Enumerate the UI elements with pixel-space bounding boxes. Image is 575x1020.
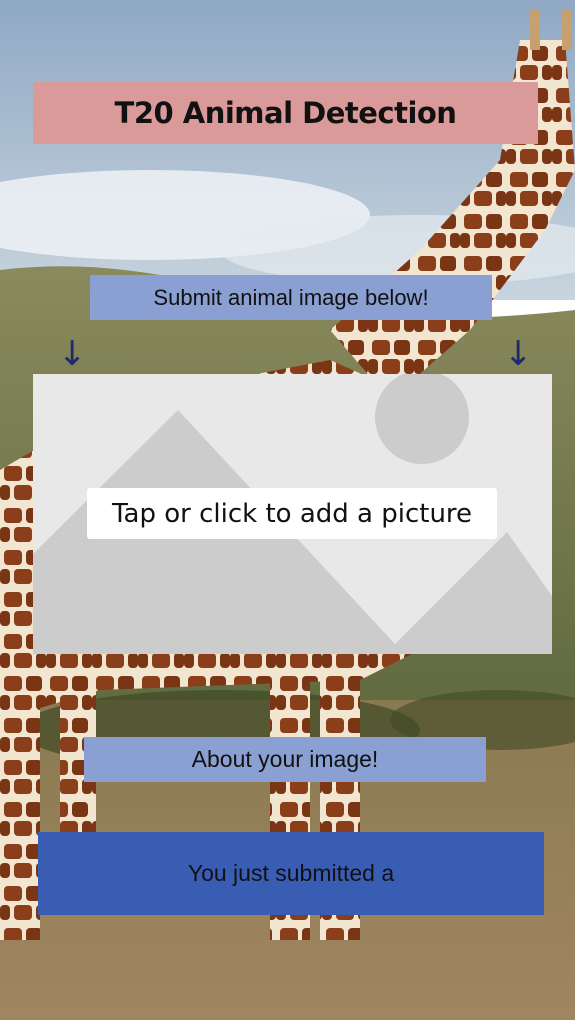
result-output-box: You just submitted a: [38, 832, 544, 915]
arrow-down-icon: ↓: [58, 334, 87, 374]
image-upload-area[interactable]: Tap or click to add a picture: [33, 374, 552, 654]
about-image-label: About your image!: [84, 737, 486, 782]
add-picture-button[interactable]: Tap or click to add a picture: [87, 488, 497, 539]
result-text: You just submitted a: [187, 860, 395, 886]
arrow-down-icon: ↓: [504, 334, 533, 374]
app-title-bar: T20 Animal Detection: [33, 82, 538, 144]
submit-instruction-label: Submit animal image below!: [90, 275, 492, 320]
app-title: T20 Animal Detection: [114, 96, 457, 130]
